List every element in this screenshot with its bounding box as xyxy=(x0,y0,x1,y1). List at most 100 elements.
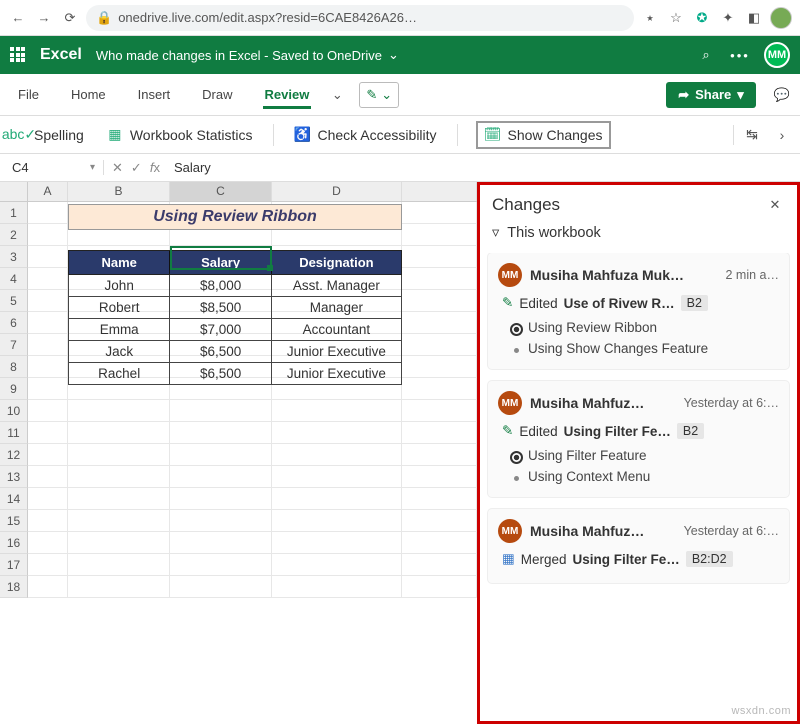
change-user: Musiha Mahfuz… xyxy=(530,523,676,539)
select-all-corner[interactable] xyxy=(0,182,28,201)
tab-home[interactable]: Home xyxy=(57,81,120,108)
fx-icon[interactable]: fx xyxy=(150,160,160,175)
cell-name[interactable]: John xyxy=(69,275,170,296)
tab-insert[interactable]: Insert xyxy=(124,81,185,108)
change-user: Musiha Mahfuz… xyxy=(530,395,676,411)
cell-salary[interactable]: $7,000 xyxy=(170,319,271,340)
chevron-down-icon: ⌄ xyxy=(388,47,399,63)
more-icon[interactable]: ••• xyxy=(730,45,750,65)
row-header[interactable]: 14 xyxy=(0,488,28,510)
change-card[interactable]: MM Musiha Mahfuz… Yesterday at 6:… ▦ Mer… xyxy=(488,509,789,583)
row-header[interactable]: 1 xyxy=(0,202,28,224)
formula-input[interactable]: Salary xyxy=(168,160,796,175)
row-header[interactable]: 12 xyxy=(0,444,28,466)
spelling-button[interactable]: abc✓ Spelling xyxy=(8,122,86,148)
browser-toolbar: ← → ⟳ 🔒 onedrive.live.com/edit.aspx?resi… xyxy=(0,0,800,36)
cell-salary[interactable]: $8,000 xyxy=(170,275,271,296)
pen-icon: ✎ xyxy=(502,423,513,439)
changes-filter[interactable]: ▿ This workbook xyxy=(480,221,797,253)
change-card[interactable]: MM Musiha Mahfuz… Yesterday at 6:… ✎ Edi… xyxy=(488,381,789,497)
cell-designation[interactable]: Accountant xyxy=(272,319,401,340)
translate-icon[interactable]: ⭑ xyxy=(640,8,660,28)
row-header[interactable]: 18 xyxy=(0,576,28,598)
table-row: Robert $8,500 Manager xyxy=(68,297,402,319)
column-header[interactable]: C xyxy=(170,182,272,201)
check-accessibility-button[interactable]: ♿ Check Accessibility xyxy=(292,122,439,148)
change-user: Musiha Mahfuza Muk… xyxy=(530,267,718,283)
bookmark-icon[interactable]: ☆ xyxy=(666,8,686,28)
close-icon[interactable]: ✕ xyxy=(765,195,785,215)
row-header[interactable]: 6 xyxy=(0,312,28,334)
cell-designation[interactable]: Junior Executive xyxy=(272,341,401,362)
puzzle-icon[interactable]: ✦ xyxy=(718,8,738,28)
row-header[interactable]: 4 xyxy=(0,268,28,290)
cell-designation[interactable]: Asst. Manager xyxy=(272,275,401,296)
name-box[interactable]: C4 ▾ xyxy=(4,160,104,175)
chevron-down-icon: ▾ xyxy=(90,162,95,173)
user-initials-badge: MM xyxy=(498,391,522,415)
row-header[interactable]: 11 xyxy=(0,422,28,444)
tab-draw[interactable]: Draw xyxy=(188,81,246,108)
tab-overflow-icon[interactable]: ⌄ xyxy=(327,85,347,105)
comments-button[interactable]: 💬 xyxy=(768,83,796,107)
row-header[interactable]: 8 xyxy=(0,356,28,378)
back-icon[interactable]: ← xyxy=(8,8,28,28)
tab-review[interactable]: Review xyxy=(251,81,324,108)
cell-name[interactable]: Rachel xyxy=(69,363,170,384)
column-header[interactable] xyxy=(402,182,477,201)
search-icon[interactable]: ⌕ xyxy=(696,45,716,65)
forward-icon[interactable]: → xyxy=(34,8,54,28)
cell-designation[interactable]: Manager xyxy=(272,297,401,318)
table-row: Rachel $6,500 Junior Executive xyxy=(68,363,402,385)
cell-salary[interactable]: $6,500 xyxy=(170,363,271,384)
catch-up-icon[interactable]: ↹ xyxy=(742,125,762,145)
row-header[interactable]: 5 xyxy=(0,290,28,312)
confirm-icon[interactable]: ✓ xyxy=(131,160,142,176)
column-header[interactable]: D xyxy=(272,182,402,201)
show-changes-button[interactable]: 🗓 Show Changes xyxy=(476,121,611,149)
window-icon[interactable]: ◧ xyxy=(744,8,764,28)
spellcheck-icon: abc✓ xyxy=(10,126,28,144)
merge-icon: ▦ xyxy=(502,551,515,567)
address-bar[interactable]: 🔒 onedrive.live.com/edit.aspx?resid=6CAE… xyxy=(86,5,634,31)
share-button[interactable]: ➦ Share ▾ xyxy=(666,82,756,108)
row-header[interactable]: 16 xyxy=(0,532,28,554)
changes-pane: Changes ✕ ▿ This workbook MM Musiha Mahf… xyxy=(477,182,800,724)
row-header[interactable]: 3 xyxy=(0,246,28,268)
changes-pane-title: Changes xyxy=(492,195,560,215)
ribbon-scroll-right-icon[interactable]: › xyxy=(772,125,792,145)
app-launcher-icon[interactable] xyxy=(10,47,26,63)
app-name: Excel xyxy=(40,46,82,64)
row-header[interactable]: 15 xyxy=(0,510,28,532)
column-header[interactable]: A xyxy=(28,182,68,201)
cell-name[interactable]: Robert xyxy=(69,297,170,318)
column-header[interactable]: B xyxy=(68,182,170,201)
row-header[interactable]: 2 xyxy=(0,224,28,246)
spreadsheet-grid[interactable]: A B C D 1 2 3 4 5 6 7 8 9 10 11 12 13 14… xyxy=(0,182,477,724)
reload-icon[interactable]: ⟳ xyxy=(60,8,80,28)
editing-mode-button[interactable]: ✎⌄ xyxy=(359,82,399,108)
change-target: Use of Rivew R… xyxy=(564,296,675,311)
chevron-down-icon: ⌄ xyxy=(381,87,392,103)
cell-designation[interactable]: Junior Executive xyxy=(272,363,401,384)
tab-file[interactable]: File xyxy=(4,81,53,108)
user-avatar[interactable]: MM xyxy=(764,42,790,68)
extensions-icon[interactable]: ✪ xyxy=(692,8,712,28)
row-header[interactable]: 13 xyxy=(0,466,28,488)
lock-icon: 🔒 xyxy=(96,10,112,26)
cell-reference: B2 xyxy=(681,295,708,311)
cell-name[interactable]: Emma xyxy=(69,319,170,340)
workbook-statistics-button[interactable]: ▦ Workbook Statistics xyxy=(104,122,255,148)
row-header[interactable]: 9 xyxy=(0,378,28,400)
cell-salary[interactable]: $6,500 xyxy=(170,341,271,362)
row-header[interactable]: 7 xyxy=(0,334,28,356)
profile-avatar[interactable] xyxy=(770,7,792,29)
cancel-icon[interactable]: ✕ xyxy=(112,160,123,176)
document-title[interactable]: Who made changes in Excel - Saved to One… xyxy=(96,47,399,63)
cell-name[interactable]: Jack xyxy=(69,341,170,362)
cell-salary[interactable]: $8,500 xyxy=(170,297,271,318)
row-header[interactable]: 10 xyxy=(0,400,28,422)
row-header[interactable]: 17 xyxy=(0,554,28,576)
app-titlebar: Excel Who made changes in Excel - Saved … xyxy=(0,36,800,74)
change-card[interactable]: MM Musiha Mahfuza Muk… 2 min a… ✎ Edited… xyxy=(488,253,789,369)
